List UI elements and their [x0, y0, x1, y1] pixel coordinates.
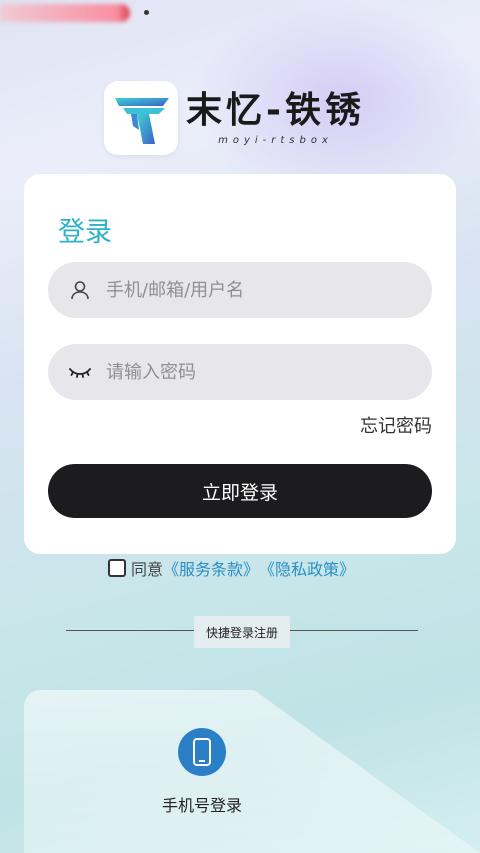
status-bar — [0, 0, 480, 26]
quick-login-divider: 快捷登录注册 — [66, 616, 418, 648]
agreement-row: 同意 《服务条款》 《隐私政策》 — [108, 556, 355, 580]
quick-login-label: 快捷登录注册 — [194, 616, 290, 648]
brand-logo: 末忆-铁锈 moyi-rtsbox — [104, 80, 365, 156]
forgot-password-link[interactable]: 忘记密码 — [360, 412, 432, 438]
phone-login-button[interactable]: 手机号登录 — [160, 728, 244, 816]
app-logo-icon — [104, 81, 178, 155]
agreement-prefix: 同意 — [131, 560, 164, 579]
person-icon — [68, 278, 92, 302]
agreement-checkbox[interactable] — [108, 559, 126, 577]
mobile-phone-icon — [178, 728, 226, 776]
login-title: 登录 — [58, 217, 112, 248]
status-dot-icon — [144, 10, 149, 15]
login-card: 登录 忘记密码 立即登录 — [24, 174, 456, 554]
terms-link[interactable]: 《服务条款》 — [163, 556, 259, 580]
brand-name-en: moyi-rtsbox — [218, 134, 333, 146]
login-button[interactable]: 立即登录 — [48, 464, 432, 518]
brand-name-cn: 末忆-铁锈 — [186, 89, 365, 131]
brand-wordmark: 末忆-铁锈 moyi-rtsbox — [186, 89, 365, 146]
username-input[interactable] — [106, 279, 396, 301]
username-field[interactable] — [48, 262, 432, 318]
password-field[interactable] — [48, 344, 432, 400]
privacy-link[interactable]: 《隐私政策》 — [259, 556, 355, 580]
closed-eye-icon[interactable] — [68, 360, 92, 384]
phone-login-label: 手机号登录 — [161, 796, 242, 815]
status-bar-blur — [0, 4, 130, 22]
quick-login-panel — [24, 690, 480, 853]
password-input[interactable] — [106, 361, 396, 383]
